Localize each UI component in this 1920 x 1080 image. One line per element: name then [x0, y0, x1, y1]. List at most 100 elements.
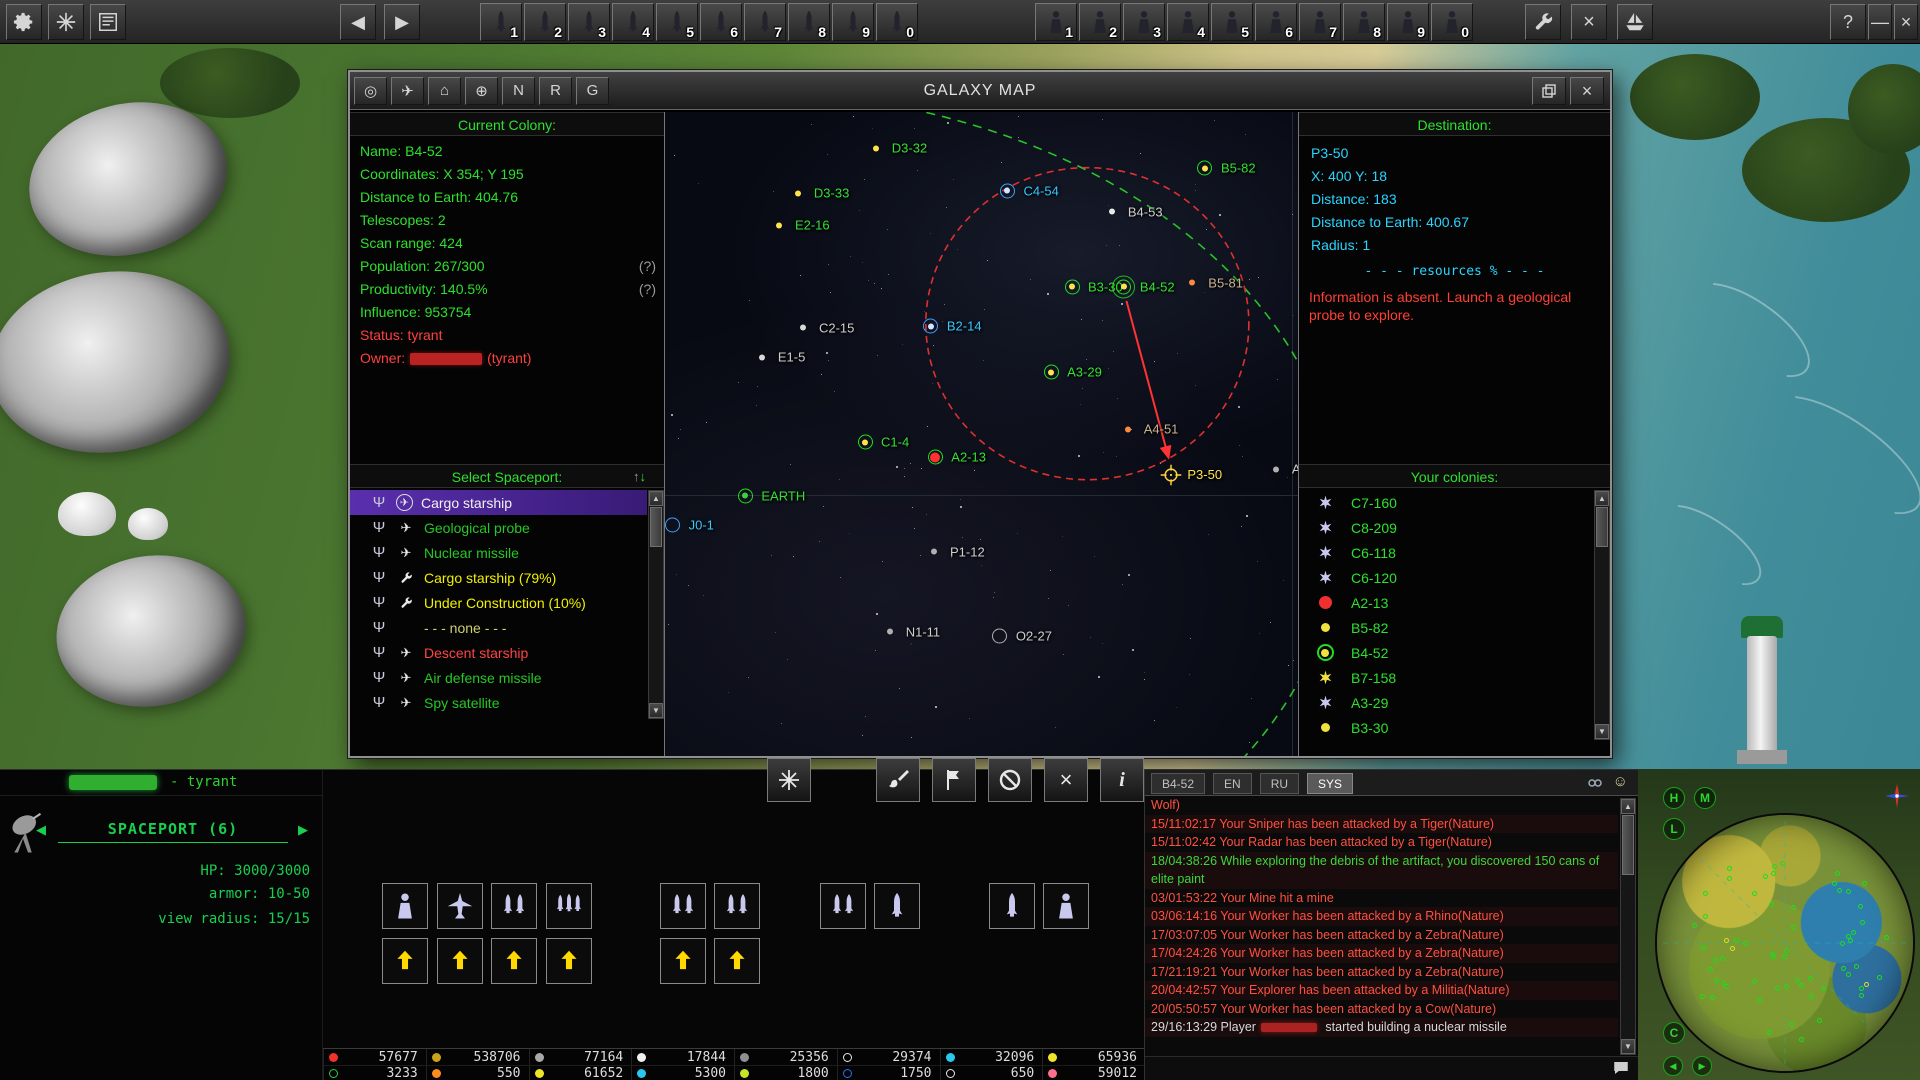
info-button[interactable]: i: [1100, 758, 1144, 802]
ship-icon[interactable]: [1617, 4, 1653, 40]
map-object-n1-11[interactable]: N1-11: [879, 624, 940, 639]
fleet-slot-button[interactable]: 7: [744, 3, 786, 41]
repair-brush-button[interactable]: [876, 758, 920, 802]
close-window-icon[interactable]: ×: [1570, 77, 1604, 105]
forbid-button[interactable]: [988, 758, 1032, 802]
agent-slot-button[interactable]: 9: [1387, 3, 1429, 41]
map-object-e1-5[interactable]: E1-5: [751, 350, 805, 365]
log-scrollbar[interactable]: ▲ ▼: [1620, 798, 1636, 1055]
agent-slot-button[interactable]: 3: [1123, 3, 1165, 41]
minimap[interactable]: [1655, 813, 1915, 1073]
colony-list-item[interactable]: B5-82: [1299, 615, 1593, 640]
galaxy-window-titlebar[interactable]: ◎ ✈ ⌂ ⊕ N R G GALAXY MAP ×: [350, 72, 1610, 110]
scroll-thumb[interactable]: [1622, 815, 1634, 875]
fleet-slot-button[interactable]: 1: [480, 3, 522, 41]
colonies-scrollbar[interactable]: ▲ ▼: [1594, 490, 1610, 740]
map-object-b5-82[interactable]: B5-82: [1194, 161, 1256, 176]
r-mode-button[interactable]: R: [539, 77, 572, 105]
next-unit-button[interactable]: ▶: [298, 822, 308, 838]
minimap-h-button[interactable]: H: [1663, 787, 1685, 809]
unit-person-button[interactable]: [382, 883, 428, 929]
map-object-earth[interactable]: EARTH: [734, 488, 805, 503]
log-tab-en[interactable]: EN: [1213, 773, 1252, 794]
minimap-next-button[interactable]: ▶: [1692, 1056, 1712, 1076]
help-button[interactable]: ?: [1830, 4, 1866, 40]
agent-slot-button[interactable]: 2: [1079, 3, 1121, 41]
scroll-down-icon[interactable]: ▼: [1621, 1039, 1635, 1054]
dismiss-x-icon[interactable]: ×: [1571, 4, 1607, 40]
scroll-up-icon[interactable]: ▲: [1621, 799, 1635, 814]
map-object-a5[interactable]: A5: [1265, 462, 1298, 477]
settings-gear-icon[interactable]: [6, 4, 42, 40]
map-object-c2-15[interactable]: C2-15: [792, 320, 854, 335]
agent-slot-button[interactable]: 4: [1167, 3, 1209, 41]
home-icon[interactable]: ⌂: [428, 77, 461, 105]
spaceport-item[interactable]: Ψ✈Spy satellite: [350, 690, 647, 715]
fleet-slot-button[interactable]: 9: [832, 3, 874, 41]
spaceport-item[interactable]: Ψ✈Descent starship: [350, 640, 647, 665]
colony-list-item[interactable]: A3-29: [1299, 690, 1593, 715]
map-object-b2-14[interactable]: B2-14: [920, 319, 982, 334]
load-arrow-button[interactable]: [382, 938, 428, 984]
load-arrow-button[interactable]: [714, 938, 760, 984]
scroll-down-icon[interactable]: ▼: [649, 703, 663, 718]
map-object-p3-50[interactable]: P3-50: [1160, 462, 1222, 488]
maximize-window-icon[interactable]: [1532, 77, 1566, 105]
agent-slot-button[interactable]: 7: [1299, 3, 1341, 41]
sort-down-icon[interactable]: ↓: [640, 469, 647, 484]
scroll-up-icon[interactable]: ▲: [649, 491, 663, 506]
effects-snowflake-icon[interactable]: [48, 4, 84, 40]
spaceport-item[interactable]: Ψ✈Geological probe: [350, 515, 647, 540]
map-object-p1-12[interactable]: P1-12: [923, 544, 985, 559]
unit-rocket2-button[interactable]: [714, 883, 760, 929]
minimap-c-button[interactable]: C: [1663, 1022, 1685, 1044]
map-object-j0-1[interactable]: J0-1: [665, 518, 714, 533]
map-object-b4-52[interactable]: B4-52: [1113, 279, 1175, 294]
forward-button[interactable]: ▶: [384, 4, 420, 40]
sort-arrows[interactable]: ↑↓: [633, 465, 646, 489]
log-tab-sys[interactable]: SYS: [1307, 773, 1353, 794]
spaceport-item[interactable]: Ψ✈Air defense missile: [350, 665, 647, 690]
spaceport-scrollbar[interactable]: ▲ ▼: [648, 490, 664, 719]
galaxy-star-map[interactable]: D3-32D3-33E2-16C4-54B5-82B4-53B3-30B4-52…: [665, 112, 1298, 756]
unit-rocket2-button[interactable]: [491, 883, 537, 929]
load-arrow-button[interactable]: [546, 938, 592, 984]
agent-slot-button[interactable]: 1: [1035, 3, 1077, 41]
back-button[interactable]: ◀: [340, 4, 376, 40]
map-object-a2-13[interactable]: A2-13: [924, 450, 986, 465]
colony-list-item[interactable]: B7-158: [1299, 665, 1593, 690]
fleet-slot-button[interactable]: 4: [612, 3, 654, 41]
scan-mode-icon[interactable]: ◎: [354, 77, 387, 105]
map-object-b5-81[interactable]: B5-81: [1181, 275, 1243, 290]
load-arrow-button[interactable]: [660, 938, 706, 984]
load-arrow-button[interactable]: [437, 938, 483, 984]
compass-icon[interactable]: [1884, 783, 1910, 809]
colony-list-item[interactable]: C6-120: [1299, 565, 1593, 590]
log-entries[interactable]: Wolf)15/11:02:17 Your Sniper has been at…: [1145, 796, 1618, 1056]
agent-slot-button[interactable]: 6: [1255, 3, 1297, 41]
hint-question[interactable]: (?): [639, 255, 656, 278]
map-object-a3-29[interactable]: A3-29: [1040, 365, 1102, 380]
spaceport-item[interactable]: ΨCargo starship (79%): [350, 565, 647, 590]
map-object-e2-16[interactable]: E2-16: [768, 218, 830, 233]
colony-list-item[interactable]: B3-30: [1299, 715, 1593, 740]
center-crosshair-icon[interactable]: ⊕: [465, 77, 498, 105]
scroll-thumb[interactable]: [1596, 507, 1608, 547]
map-object-b4-53[interactable]: B4-53: [1101, 204, 1163, 219]
map-object-d3-32[interactable]: D3-32: [865, 141, 927, 156]
spaceport-item[interactable]: Ψ✈Nuclear missile: [350, 540, 647, 565]
close-button[interactable]: ×: [1894, 4, 1918, 40]
scroll-down-icon[interactable]: ▼: [1595, 724, 1609, 739]
unit-rocket1-button[interactable]: [874, 883, 920, 929]
fleet-slot-button[interactable]: 3: [568, 3, 610, 41]
agent-slot-button[interactable]: 0: [1431, 3, 1473, 41]
fleet-slot-button[interactable]: 8: [788, 3, 830, 41]
unit-rocket3-button[interactable]: [546, 883, 592, 929]
colony-list-item[interactable]: C6-118: [1299, 540, 1593, 565]
fleet-slot-button[interactable]: 0: [876, 3, 918, 41]
colony-list-item[interactable]: C8-209: [1299, 515, 1593, 540]
colony-list-item[interactable]: B4-52: [1299, 640, 1593, 665]
fleet-slot-button[interactable]: 2: [524, 3, 566, 41]
load-arrow-button[interactable]: [491, 938, 537, 984]
spaceport-item[interactable]: Ψ✈Cargo starship: [350, 490, 647, 515]
